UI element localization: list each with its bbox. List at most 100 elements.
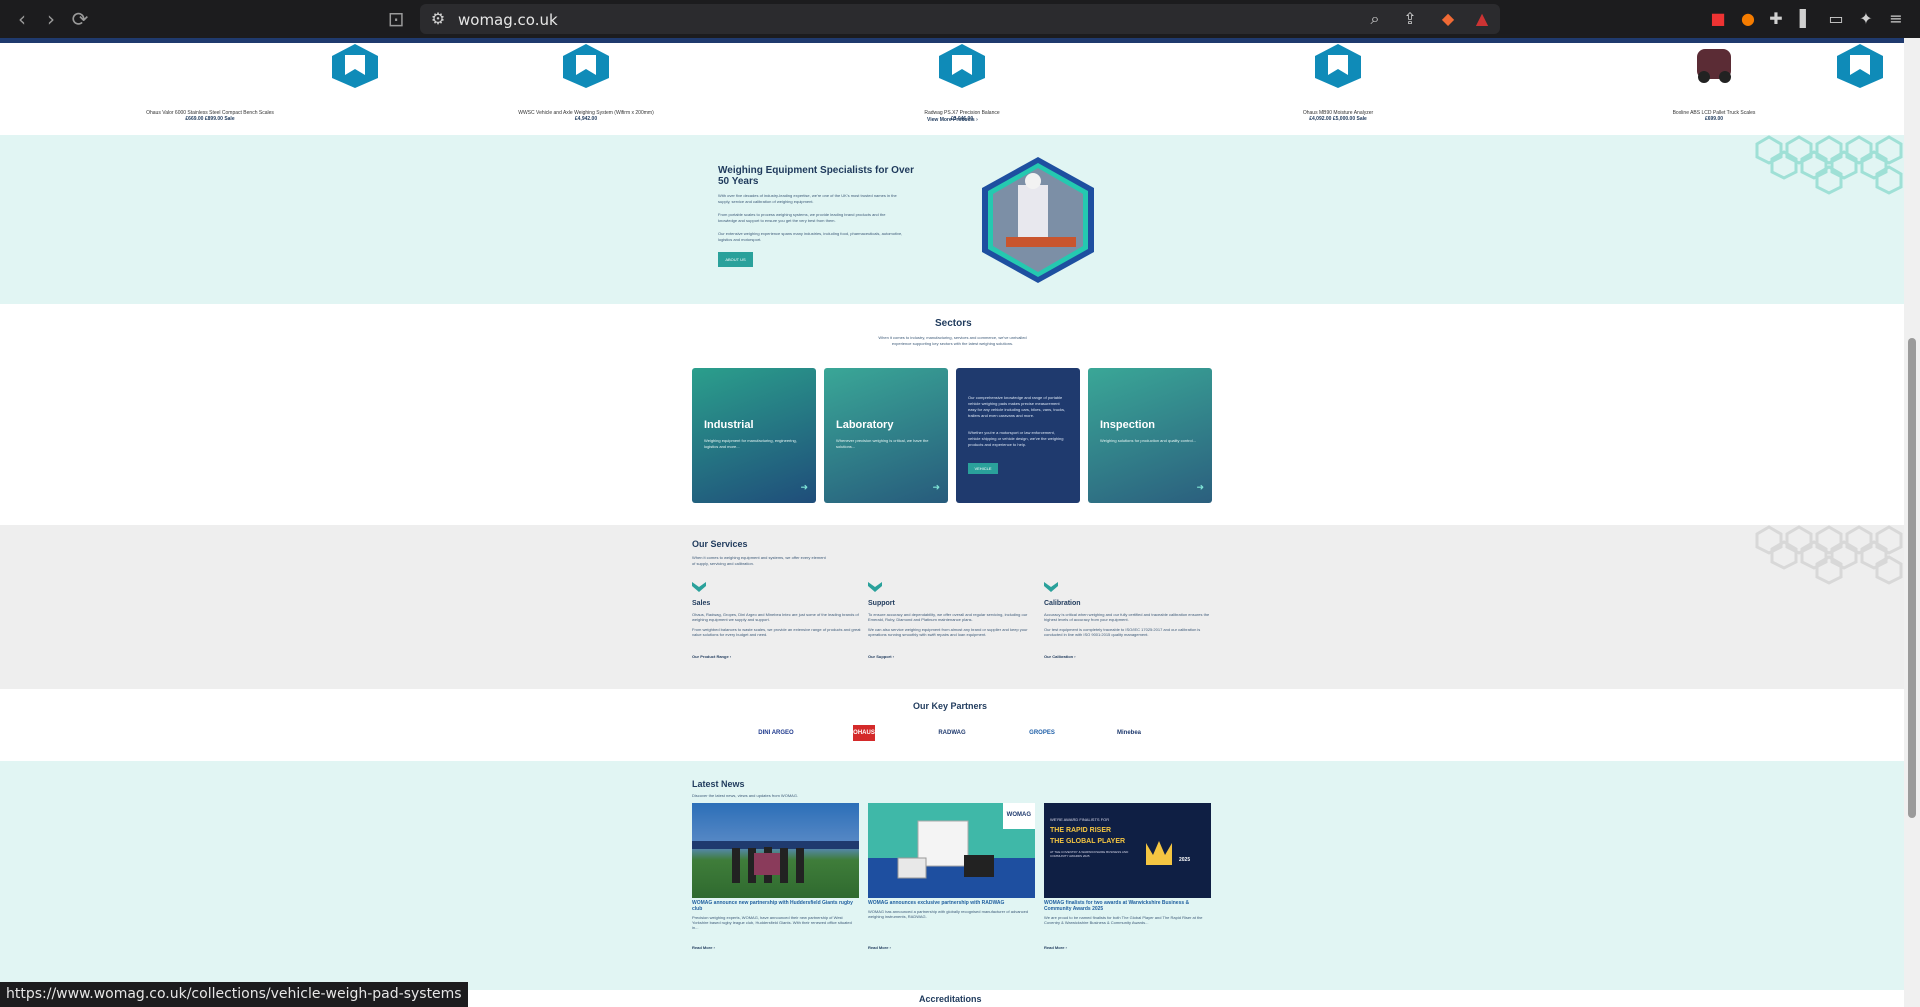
lab-worker-hex-image	[982, 157, 1094, 283]
address-bar[interactable]: ⚙ womag.co.uk ⌕ ⇪ ◆ ▲	[420, 4, 1500, 34]
brave-shield-icon[interactable]: ◆	[1438, 9, 1458, 29]
product-price: £4,942.00	[574, 116, 598, 122]
sector-description: Whenever precision weighing is critical,…	[836, 438, 929, 449]
service-paragraph: Our test equipment is completely traceab…	[1044, 627, 1201, 637]
news-subtitle: Discover the latest news, views and upda…	[692, 793, 799, 798]
womag-badge: WOMAG	[1006, 812, 1031, 818]
sector-card-inspection[interactable]: Inspection Weighing solutions for produc…	[1088, 368, 1212, 503]
partner-logo-gropes[interactable]: GROPES	[1026, 725, 1058, 741]
accreditations-title: Accreditations	[919, 994, 982, 1004]
support-link[interactable]: Our Support ›	[868, 654, 894, 659]
sector-description: Whether you're a motorsport or law enfor…	[968, 430, 1064, 447]
rugby-partnership-image	[692, 803, 859, 898]
sectors-subtitle: When it comes to industry, manufacturing…	[878, 335, 1027, 346]
partner-logo-dini-argeo[interactable]: DINI ARGEO	[755, 725, 797, 741]
pallet-truck-image	[1697, 49, 1731, 83]
back-icon[interactable]: ‹	[12, 9, 32, 29]
service-title: Calibration	[1044, 600, 1081, 607]
read-more-link[interactable]: Read More ›	[1044, 945, 1067, 950]
browser-toolbar: ‹ › ⟳ ⊡ ⚙ womag.co.uk ⌕ ⇪ ◆ ▲ ■ ● ✚ ▌ ▭ …	[0, 0, 1920, 38]
forward-icon[interactable]: ›	[41, 9, 61, 29]
leo-ai-icon[interactable]: ✦	[1856, 9, 1876, 29]
news-excerpt: WOMAG has announced a partnership with g…	[868, 909, 1029, 919]
calibration-link[interactable]: Our Calibration ›	[1044, 654, 1076, 659]
sector-name: Inspection	[1100, 419, 1156, 431]
service-paragraph: We can also service weighing equipment f…	[868, 627, 1028, 637]
team-photo-image	[692, 841, 859, 883]
service-sales: Sales Ohaus, Radwag, Gropes, Dini Argeo …	[692, 579, 862, 659]
news-excerpt: We are proud to be named finalists for b…	[1044, 915, 1203, 925]
about-us-button[interactable]: ABOUT US	[718, 252, 753, 267]
rewards-icon[interactable]: ▲	[1472, 9, 1492, 29]
partner-logo-radwag[interactable]: RADWAG	[937, 725, 967, 741]
arrow-right-icon: ➜	[1196, 482, 1204, 492]
sector-name: Industrial	[704, 419, 754, 431]
service-paragraph: Ohaus, Radwag, Gropes, Dini Argeo and Mi…	[692, 612, 859, 622]
extensions-puzzle-icon[interactable]: ✚	[1766, 9, 1786, 29]
zoom-icon[interactable]: ⌕	[1365, 9, 1385, 29]
sector-card-industrial[interactable]: Industrial Weighing equipment for manufa…	[692, 368, 816, 503]
news-headline[interactable]: WOMAG announces exclusive partnership wi…	[868, 900, 1035, 906]
product-card[interactable]: Ohaus MB90 Moisture Analyzer £4,092.00 £…	[1208, 43, 1468, 122]
menu-icon[interactable]: ≡	[1886, 9, 1906, 29]
news-section: Latest News Discover the latest news, vi…	[0, 761, 1904, 990]
product-card[interactable]: Ohaus Valor 6000 Stainless Steel Compact…	[80, 43, 340, 122]
duckduckgo-icon[interactable]: ●	[1738, 9, 1758, 29]
service-support: Support To ensure accuracy and dependabi…	[868, 579, 1038, 659]
service-calibration: Calibration Accuracy is critical when we…	[1044, 579, 1214, 659]
award-line: WE'RE AWARD FINALISTS FOR	[1050, 817, 1110, 822]
product-card[interactable]: Boxline ABS LCD Pallet Truck Scales £699…	[1584, 43, 1844, 122]
news-headline[interactable]: WOMAG announce new partnership with Hudd…	[692, 900, 859, 912]
hexagon-pattern-decoration	[1755, 135, 1903, 195]
partners-title: Our Key Partners	[913, 701, 988, 711]
news-title: Latest News	[692, 779, 745, 789]
scrollbar-thumb[interactable]	[1908, 338, 1916, 818]
sector-name: Laboratory	[836, 419, 894, 431]
extension-icon[interactable]: ■	[1708, 9, 1728, 29]
wallet-icon[interactable]: ▭	[1826, 9, 1846, 29]
read-more-link[interactable]: Read More ›	[692, 945, 715, 950]
news-card[interactable]: WOMAG WOMAG announces exclusive partners…	[868, 803, 1035, 950]
services-subtitle: When it comes to weighing equipment and …	[692, 555, 826, 566]
share-icon[interactable]: ⇪	[1400, 9, 1420, 29]
partners-section: Our Key Partners DINI ARGEO OHAUS RADWAG…	[0, 689, 1904, 761]
womag-logo-icon	[1315, 44, 1361, 88]
sector-card-laboratory[interactable]: Laboratory Whenever precision weighing i…	[824, 368, 948, 503]
bookmark-icon[interactable]: ⊡	[386, 9, 406, 29]
read-more-link[interactable]: Read More ›	[868, 945, 891, 950]
news-card[interactable]: WOMAG announce new partnership with Hudd…	[692, 803, 859, 950]
webpage: Ohaus Valor 6000 Stainless Steel Compact…	[0, 38, 1904, 1007]
services-title: Our Services	[692, 539, 748, 549]
product-card[interactable]: Radwag PS.X7 Precision Balance £3,046.00	[832, 43, 1092, 122]
news-headline[interactable]: WOMAG finalists for two awards at Warwic…	[1044, 900, 1211, 912]
news-card[interactable]: WE'RE AWARD FINALISTS FOR THE RAPID RISE…	[1044, 803, 1211, 950]
chevron-icon	[692, 582, 706, 592]
womag-logo-icon	[1837, 44, 1883, 88]
partner-logo-ohaus[interactable]: OHAUS	[853, 725, 875, 741]
sidebar-icon[interactable]: ▌	[1796, 9, 1816, 29]
sector-description: Our comprehensive knowledge and range of…	[968, 395, 1066, 418]
award-line: AT THE COVENTRY & WARWICKSHIRE BUSINESS …	[1050, 850, 1129, 858]
crown-icon	[1146, 841, 1172, 865]
product-card[interactable]: WWSC Vehicle and Axle Weighing System (W…	[456, 43, 716, 122]
partner-logo-minebea[interactable]: Minebea	[1114, 725, 1144, 741]
status-bar-url: https://www.womag.co.uk/collections/vehi…	[0, 982, 468, 1007]
award-finalist-image: WE'RE AWARD FINALISTS FOR THE RAPID RISE…	[1044, 803, 1211, 898]
view-more-products-link[interactable]: View More Products ›	[927, 117, 978, 123]
scrollbar[interactable]	[1904, 38, 1920, 1007]
award-line: THE RAPID RISER	[1050, 827, 1112, 834]
service-title: Sales	[692, 600, 711, 607]
service-paragraph: Accuracy is critical when weighing and o…	[1044, 612, 1210, 622]
reload-icon[interactable]: ⟳	[70, 9, 90, 29]
news-excerpt: Precision weighing experts, WOMAG, have …	[692, 915, 852, 930]
chevron-icon	[1044, 582, 1058, 592]
vehicle-button[interactable]: VEHICLE	[968, 463, 998, 474]
sector-card-vehicle[interactable]: Our comprehensive knowledge and range of…	[956, 368, 1080, 503]
sectors-title: Sectors	[935, 318, 972, 329]
site-info-icon[interactable]: ⚙	[428, 9, 448, 29]
service-title: Support	[868, 600, 895, 607]
chevron-icon	[868, 582, 882, 592]
sectors-section: Sectors When it comes to industry, manuf…	[0, 304, 1904, 525]
award-line: THE GLOBAL PLAYER	[1050, 838, 1126, 845]
product-range-link[interactable]: Our Product Range ›	[692, 654, 731, 659]
